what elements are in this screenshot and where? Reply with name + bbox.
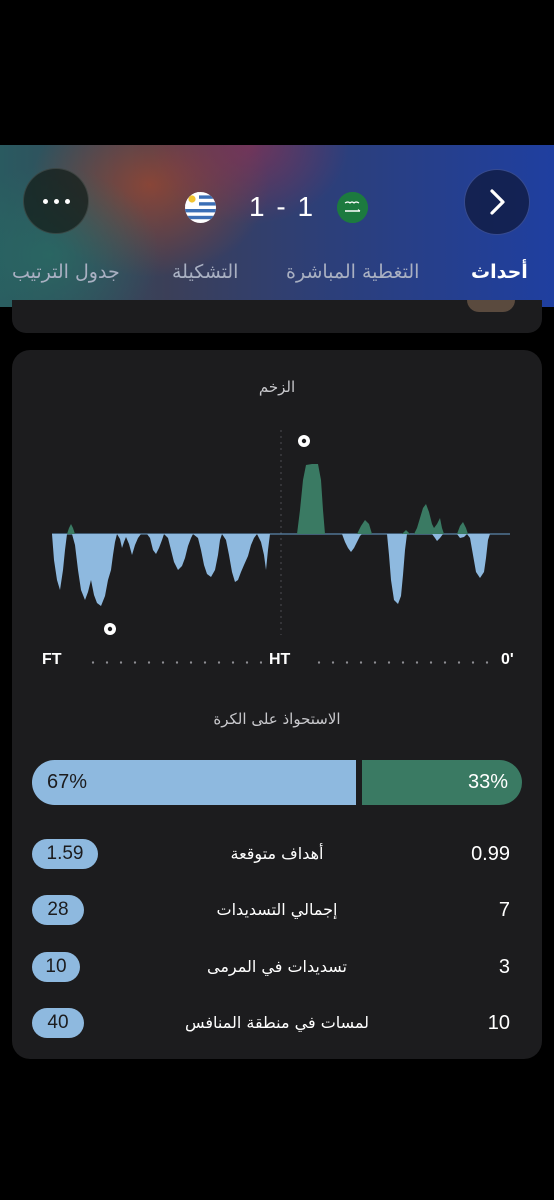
saudi-arabia-flag-icon xyxy=(337,192,368,223)
back-button[interactable] xyxy=(464,169,530,235)
possession-title: الاستحواذ على الكرة xyxy=(213,710,341,728)
stat-label: لمسات في منطقة المنافس xyxy=(184,1013,370,1032)
stats-card: الزخم FT HT 0' الاستحواذ على الكرة 67% 3… xyxy=(12,350,542,1059)
stat-row-touches-opp-box: 40 لمسات في منطقة المنافس 10 xyxy=(32,1007,522,1039)
stat-away-value: 28 xyxy=(32,895,84,925)
momentum-home-area xyxy=(67,464,468,534)
goal-ball-icon-away xyxy=(104,623,116,635)
avatar xyxy=(467,300,515,312)
stat-home-value: 0.99 xyxy=(471,843,510,865)
score: 1 - 1 xyxy=(248,191,316,222)
momentum-graph xyxy=(52,430,510,635)
previous-card xyxy=(12,300,542,333)
uruguay-flag-icon xyxy=(185,192,216,223)
possession-away-value: 67% xyxy=(47,771,88,793)
stat-away-value: 40 xyxy=(32,1008,84,1038)
possession-home-segment: 33% xyxy=(362,760,522,805)
goal-ball-icon-home xyxy=(298,435,310,447)
timeline-ht-label: HT xyxy=(269,651,291,668)
timeline-ft-label: FT xyxy=(42,651,62,668)
tab-live-coverage[interactable]: التغطية المباشرة xyxy=(286,255,419,289)
more-dots-icon xyxy=(42,198,48,204)
stat-home-value: 7 xyxy=(498,899,510,921)
stat-home-value: 10 xyxy=(487,1012,510,1034)
possession-bar: 67% 33% xyxy=(32,760,522,805)
stat-row-shots-on-target: 10 تسديدات في المرمى 3 xyxy=(32,951,522,983)
momentum-title: الزخم xyxy=(258,378,296,396)
stat-label: أهداف متوقعة xyxy=(230,844,324,863)
possession-home-value: 33% xyxy=(467,771,508,793)
tab-standings[interactable]: جدول الترتيب xyxy=(12,255,120,289)
tab-lineup[interactable]: التشكيلة xyxy=(172,255,238,289)
chevron-right-icon xyxy=(490,189,505,215)
stat-label: إجمالي التسديدات xyxy=(216,900,338,919)
match-tabs: أحداث التغطية المباشرة التشكيلة جدول الت… xyxy=(0,255,554,289)
stat-row-total-shots: 28 إجمالي التسديدات 7 xyxy=(32,894,522,926)
momentum-timeline: FT HT 0' xyxy=(42,651,514,673)
stat-away-value: 10 xyxy=(32,952,80,982)
scoreboard: 1 - 1 xyxy=(185,190,370,226)
possession-away-segment: 67% xyxy=(32,760,356,805)
stat-row-xg: 1.59 أهداف متوقعة 0.99 xyxy=(32,838,522,870)
timeline-start-label: 0' xyxy=(501,651,514,668)
stat-label: تسديدات في المرمى xyxy=(207,957,347,976)
more-options-button[interactable] xyxy=(23,168,89,234)
stat-away-value: 1.59 xyxy=(32,839,98,869)
tab-events[interactable]: أحداث xyxy=(471,255,528,289)
stat-home-value: 3 xyxy=(498,956,510,978)
